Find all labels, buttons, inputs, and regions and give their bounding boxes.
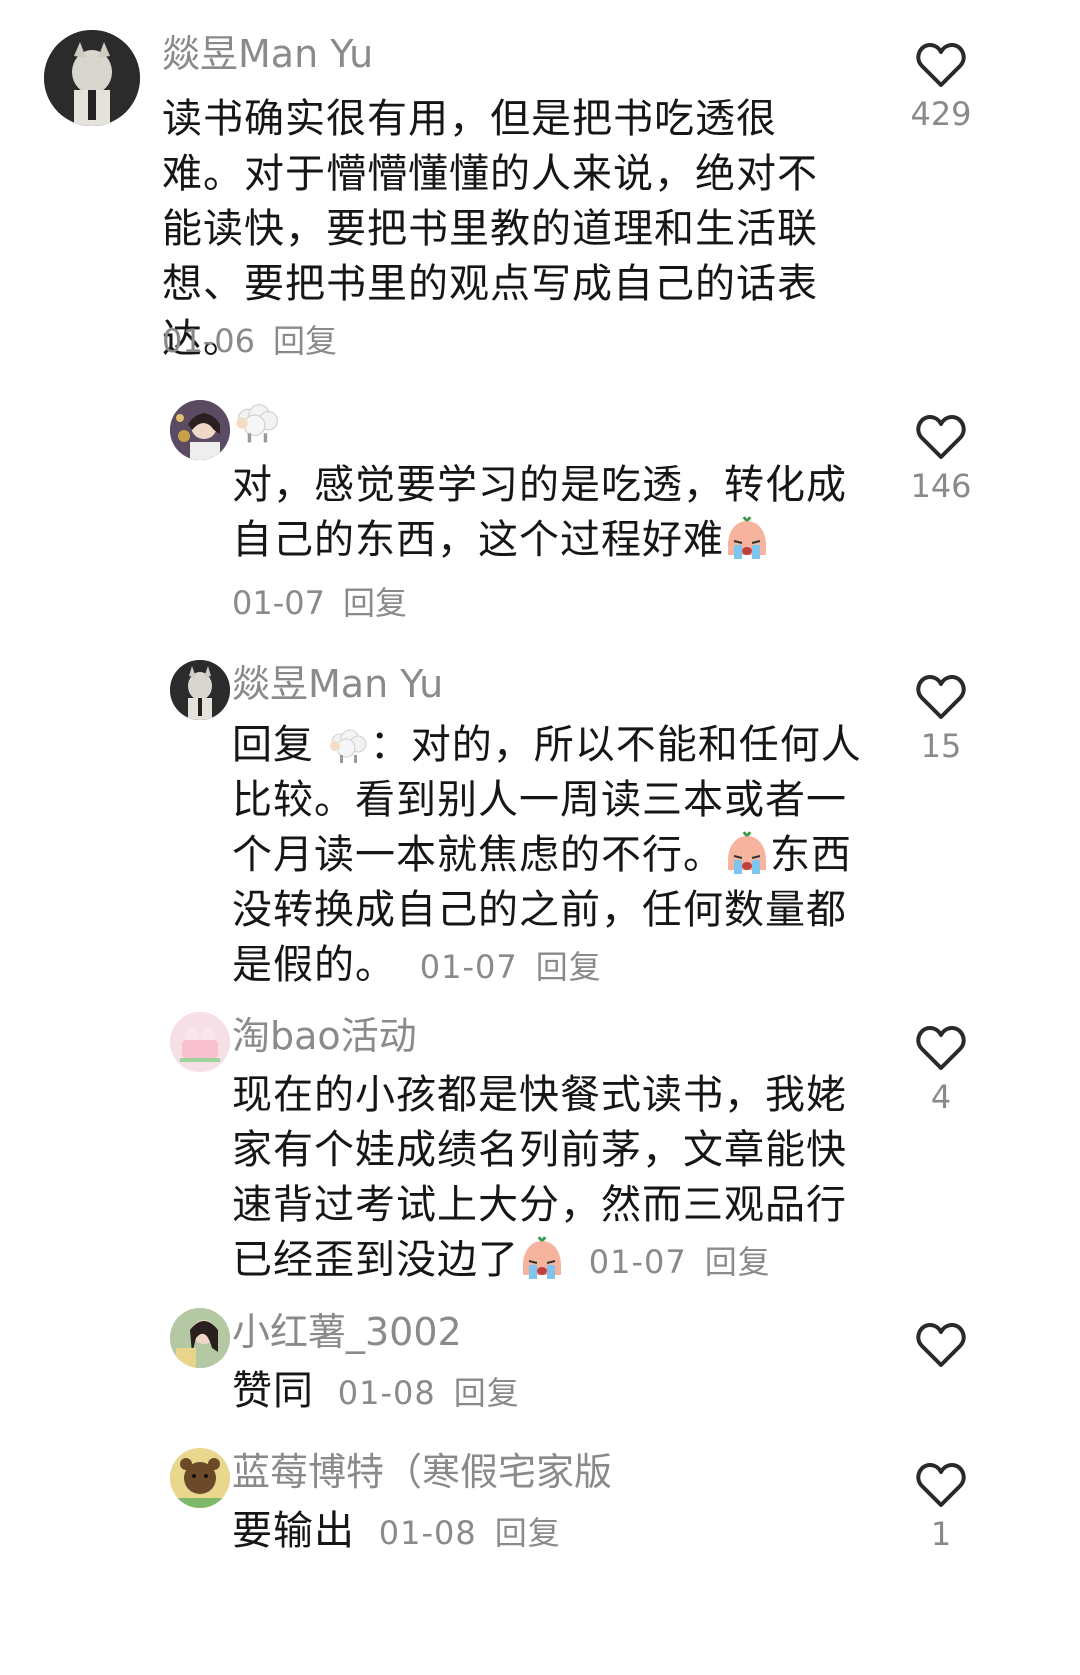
like-count: 146 — [910, 467, 972, 505]
like-count: 429 — [910, 95, 972, 133]
heart-icon[interactable] — [916, 674, 966, 720]
avatar[interactable] — [170, 660, 230, 720]
avatar[interactable] — [44, 30, 140, 126]
avatar[interactable] — [170, 1448, 230, 1508]
like-button[interactable] — [906, 1322, 976, 1374]
comment-text: 现在的小孩都是快餐式读书，我姥家有个娃成绩名列前茅，文章能快速背过考试上大分，然… — [232, 1068, 862, 1290]
comment-date: 01-06 — [162, 322, 255, 360]
crying-emoji-icon — [523, 1236, 561, 1279]
heart-icon[interactable] — [916, 1462, 966, 1508]
like-button[interactable]: 429 — [906, 42, 976, 134]
like-count: 1 — [930, 1515, 952, 1553]
comment-author[interactable]: 燚昱Man Yu — [162, 32, 373, 76]
like-button[interactable]: 146 — [906, 414, 976, 506]
comment-author[interactable]: 小红薯_3002 — [232, 1310, 462, 1354]
crying-emoji-icon — [728, 516, 766, 559]
comment-date: 01-07 — [232, 584, 325, 622]
heart-icon[interactable] — [916, 1322, 966, 1368]
comment-date: 01-07 — [419, 948, 518, 986]
avatar[interactable] — [170, 1308, 230, 1368]
comment-date: 01-08 — [337, 1374, 436, 1412]
like-button[interactable]: 4 — [906, 1025, 976, 1117]
reply-button[interactable]: 回复 — [495, 1514, 561, 1552]
comment-date: 01-07 — [588, 1243, 687, 1281]
comment-meta: 01-06 回复 — [162, 316, 337, 362]
comment-author[interactable]: 淘bao活动 — [232, 1014, 417, 1058]
reply-button[interactable]: 回复 — [343, 584, 407, 622]
heart-icon[interactable] — [916, 414, 966, 460]
comment-text: 对，感觉要学习的是吃透，转化成自己的东西，这个过程好难 — [232, 458, 862, 568]
comment-date: 01-08 — [378, 1514, 477, 1552]
like-count: 15 — [920, 727, 962, 765]
comment-text-content: 要输出 — [232, 1508, 355, 1554]
comment-author[interactable] — [234, 402, 282, 447]
comment-meta: 01-08 回复 — [379, 1514, 561, 1552]
comment-meta: 01-08 回复 — [338, 1374, 520, 1412]
comment-author[interactable]: 蓝莓博特（寒假宅家版 — [232, 1450, 612, 1494]
avatar[interactable] — [170, 1012, 230, 1072]
heart-icon[interactable] — [916, 42, 966, 88]
comment-text-content: 赞同 — [232, 1368, 314, 1414]
comment-meta: 01-07 回复 — [420, 948, 602, 986]
comment-text: 要输出 01-08 回复 — [232, 1504, 862, 1561]
avatar[interactable] — [170, 400, 230, 460]
like-count: 4 — [930, 1078, 952, 1116]
like-button[interactable]: 1 — [906, 1462, 976, 1554]
sheep-emoji-icon — [236, 404, 278, 443]
comment-meta: 01-07 回复 — [589, 1243, 771, 1281]
reply-prefix: 回复 — [232, 722, 314, 768]
crying-emoji-icon — [728, 831, 766, 874]
sheep-emoji-icon — [329, 729, 367, 763]
reply-button[interactable]: 回复 — [536, 948, 602, 986]
comment-meta: 01-07 回复 — [232, 578, 407, 624]
like-button[interactable]: 15 — [906, 674, 976, 766]
comment-text: 赞同 01-08 回复 — [232, 1364, 862, 1421]
heart-icon[interactable] — [916, 1025, 966, 1071]
reply-button[interactable]: 回复 — [454, 1374, 520, 1412]
comment-author[interactable]: 燚昱Man Yu — [232, 662, 443, 706]
reply-button[interactable]: 回复 — [273, 322, 337, 360]
comment-text: 回复 ：对的，所以不能和任何人比较。看到别人一周读三本或者一个月读一本就焦虑的不… — [232, 718, 862, 995]
reply-button[interactable]: 回复 — [705, 1243, 771, 1281]
